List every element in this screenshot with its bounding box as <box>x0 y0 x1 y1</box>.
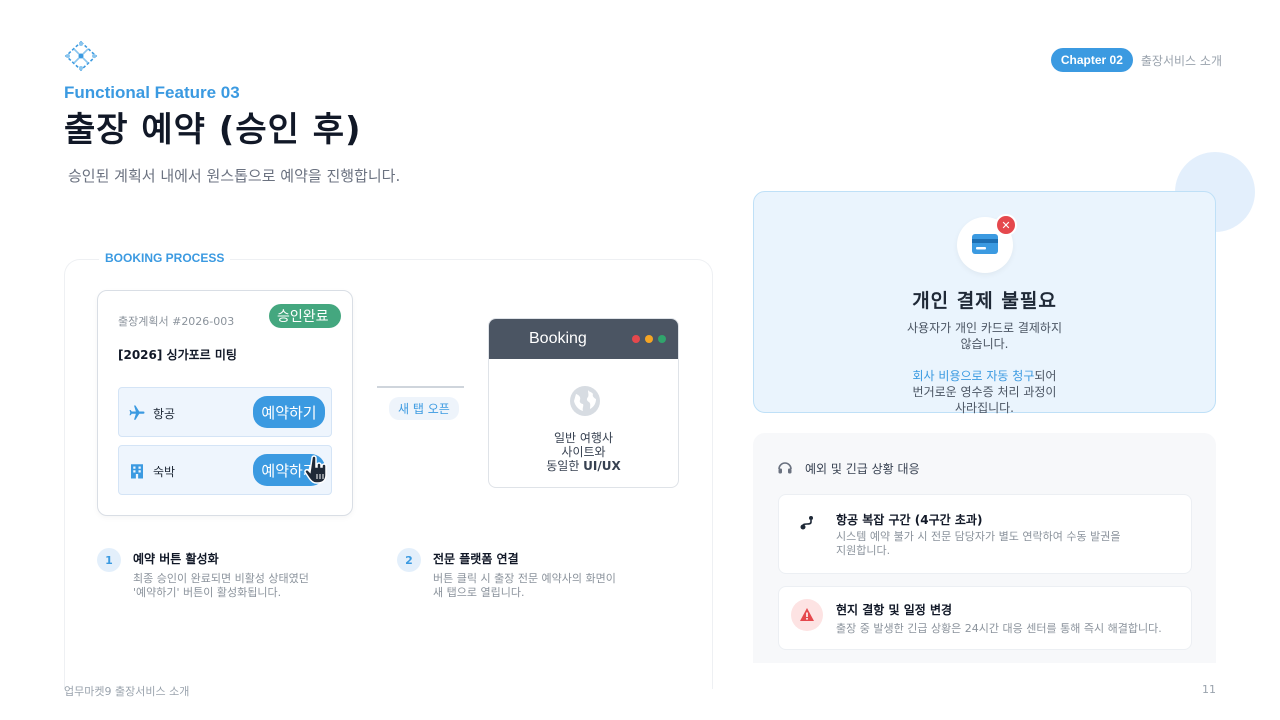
hotel-booking-row: 숙박 예약하기 <box>118 445 332 495</box>
globe-icon <box>570 386 600 416</box>
flight-booking-row: 항공 예약하기 <box>118 387 332 437</box>
exception-title: 현지 결항 및 일정 변경 <box>836 603 953 617</box>
headset-icon <box>778 462 792 474</box>
no-personal-payment-panel: ✕ 개인 결제 불필요 사용자가 개인 카드로 결제하지 않습니다. 회사 비용… <box>753 191 1216 415</box>
exception-header: 예외 및 긴급 상황 대응 <box>805 462 920 476</box>
connector-line <box>377 386 464 388</box>
airplane-icon <box>129 405 145 420</box>
route-icon <box>800 516 813 530</box>
exception-item-complex-route: 항공 복잡 구간 (4구간 초과) 시스템 예약 불가 시 전문 담당자가 별도… <box>778 494 1192 574</box>
new-tab-label: 새 탭 오픈 <box>389 397 459 420</box>
diamond-network-icon <box>64 40 98 72</box>
booking-browser-window: Booking 일반 여행사 사이트와 동일한 UI/UX <box>488 318 679 488</box>
payment-highlight: 회사 비용으로 자동 청구 <box>912 369 1035 383</box>
window-controls <box>632 335 666 343</box>
warning-icon-circle <box>791 599 823 631</box>
hotel-icon <box>131 464 143 479</box>
exception-description: 시스템 예약 불가 시 전문 담당자가 별도 연락하여 수동 발권을 지원합니다… <box>836 530 1121 557</box>
credit-card-icon <box>972 234 998 254</box>
page-title: 출장 예약 (승인 후) <box>64 110 362 150</box>
plan-name: [2026] 싱가포르 미팅 <box>118 348 237 362</box>
exception-title: 항공 복잡 구간 (4구간 초과) <box>836 513 983 527</box>
step-description: 버튼 클릭 시 출장 전문 예약사의 화면이 새 탭으로 열립니다. <box>433 572 616 599</box>
step-title: 전문 플랫폼 연결 <box>433 552 519 566</box>
page-subtitle: 승인된 계획서 내에서 원스톱으로 예약을 진행합니다. <box>68 167 401 185</box>
page-number: 11 <box>1202 683 1216 696</box>
flight-book-button[interactable]: 예약하기 <box>253 396 325 428</box>
step-number: 2 <box>397 548 421 572</box>
exception-handling-panel: 예외 및 긴급 상황 대응 항공 복잡 구간 (4구간 초과) 시스템 예약 불… <box>753 433 1216 663</box>
maximize-dot <box>658 335 666 343</box>
step-description: 최종 승인이 완료되면 비활성 상태였던 '예약하기' 버튼이 활성화됩니다. <box>133 572 309 599</box>
chapter-indicator: Chapter 02 출장서비스 소개 <box>1050 48 1222 72</box>
booking-process-label: BOOKING PROCESS <box>99 251 231 265</box>
hand-cursor-icon <box>304 455 327 484</box>
footer-text: 업무마켓9 출장서비스 소개 <box>64 685 190 698</box>
close-icon: ✕ <box>995 214 1017 236</box>
chapter-badge: Chapter 02 <box>1050 48 1133 72</box>
payment-title: 개인 결제 불필요 <box>912 290 1057 312</box>
flight-label: 항공 <box>153 407 176 421</box>
approved-badge: 승인완료 <box>269 304 341 328</box>
minimize-dot <box>645 335 653 343</box>
step-number: 1 <box>97 548 121 572</box>
step-title: 예약 버튼 활성화 <box>133 552 219 566</box>
hotel-label: 숙박 <box>153 465 176 479</box>
warning-icon <box>800 608 814 621</box>
browser-description: 일반 여행사 사이트와 동일한 UI/UX <box>546 431 621 473</box>
exception-description: 출장 중 발생한 긴급 상황은 24시간 대응 센터를 통해 즉시 해결합니다. <box>836 622 1162 635</box>
payment-description: 사용자가 개인 카드로 결제하지 않습니다. 회사 비용으로 자동 청구되어 번… <box>907 321 1062 415</box>
exception-item-flight-change: 현지 결항 및 일정 변경 출장 중 발생한 긴급 상황은 24시간 대응 센터… <box>778 586 1192 650</box>
chapter-title: 출장서비스 소개 <box>1140 53 1222 68</box>
browser-title: Booking <box>529 330 587 347</box>
feature-label: Functional Feature 03 <box>64 83 240 102</box>
plan-id: 출장계획서 #2026-003 <box>118 315 235 328</box>
close-dot <box>632 335 640 343</box>
